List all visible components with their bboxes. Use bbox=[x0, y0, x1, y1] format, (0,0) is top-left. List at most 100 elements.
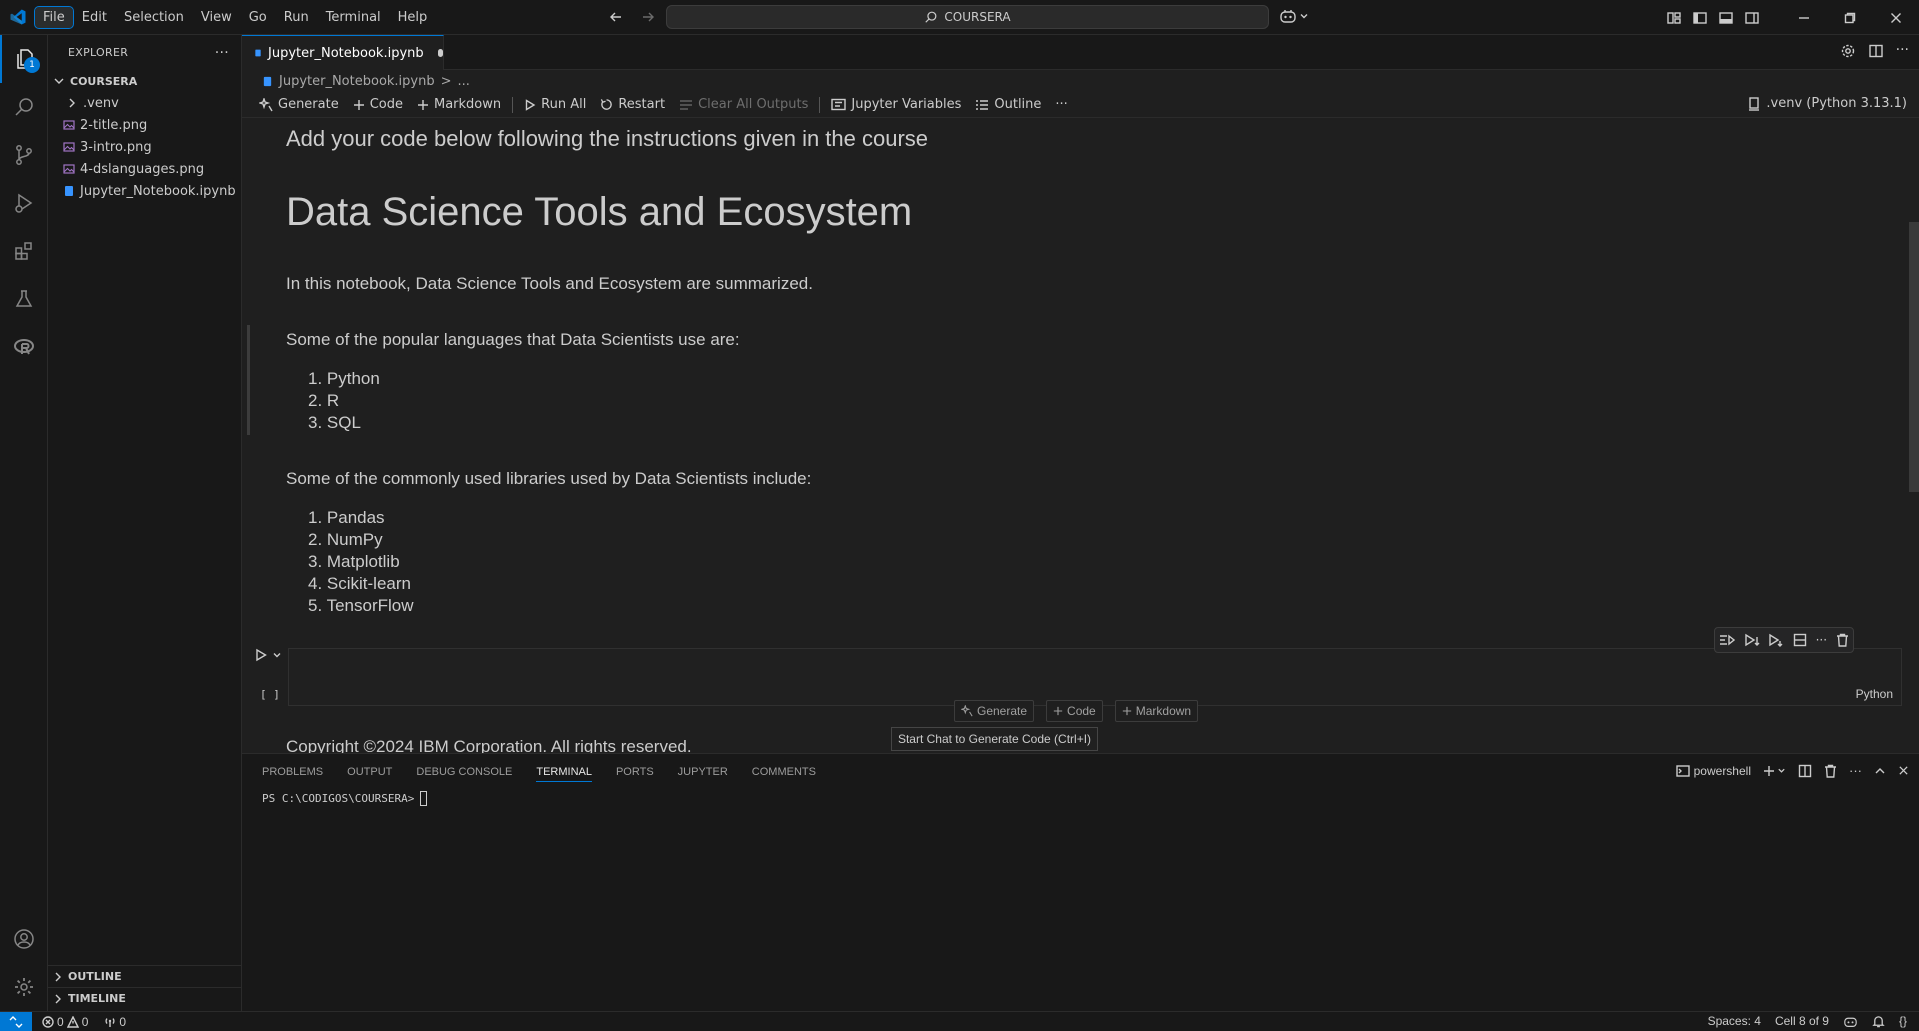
timeline-section[interactable]: TIMELINE bbox=[48, 987, 242, 1009]
code-cell-editor[interactable]: Python bbox=[288, 648, 1902, 706]
more-toolbar-button[interactable]: ··· bbox=[1048, 94, 1074, 116]
add-markdown-button[interactable]: Markdown bbox=[410, 94, 508, 116]
customize-layout-icon[interactable] bbox=[1665, 9, 1683, 27]
problems-status[interactable]: 0 0 bbox=[42, 1015, 88, 1029]
gear-icon[interactable] bbox=[1840, 43, 1856, 59]
unsaved-dot-icon[interactable] bbox=[437, 49, 443, 57]
terminal-output[interactable]: PS C:\CODIGOS\COURSERA> bbox=[262, 791, 428, 806]
close-icon[interactable] bbox=[1898, 765, 1909, 776]
source-control-activity[interactable] bbox=[0, 131, 48, 179]
toggle-panel-icon[interactable] bbox=[1717, 9, 1735, 27]
split-terminal-icon[interactable] bbox=[1798, 764, 1812, 778]
tab-output[interactable]: OUTPUT bbox=[347, 766, 392, 778]
tab-ports[interactable]: PORTS bbox=[616, 766, 654, 778]
split-cell-icon[interactable] bbox=[1793, 633, 1807, 647]
toggle-primary-sidebar-icon[interactable] bbox=[1691, 9, 1709, 27]
menu-view[interactable]: View bbox=[193, 7, 240, 28]
restart-button[interactable]: Restart bbox=[593, 94, 672, 116]
tree-item-venv[interactable]: .venv bbox=[48, 92, 241, 114]
tree-item-2-title[interactable]: 2-title.png bbox=[48, 114, 241, 136]
indentation-status[interactable]: Spaces: 4 bbox=[1708, 1014, 1761, 1028]
restore-icon[interactable] bbox=[1827, 0, 1873, 35]
tree-item-jupyter-notebook[interactable]: Jupyter_Notebook.ipynb bbox=[48, 180, 241, 202]
insert-markdown-button[interactable]: Markdown bbox=[1114, 700, 1199, 722]
remote-indicator[interactable] bbox=[0, 1011, 32, 1031]
run-all-button[interactable]: Run All bbox=[517, 94, 593, 116]
explorer-activity[interactable]: 1 bbox=[0, 35, 48, 83]
menu-file[interactable]: File bbox=[34, 5, 74, 29]
tab-terminal[interactable]: TERMINAL bbox=[536, 762, 592, 782]
chevron-up-icon[interactable] bbox=[1874, 765, 1886, 777]
trash-icon[interactable] bbox=[1836, 633, 1849, 647]
more-actions-icon[interactable]: ··· bbox=[215, 45, 229, 61]
tab-jupyter-notebook[interactable]: Jupyter_Notebook.ipynb bbox=[242, 35, 444, 70]
jupyter-variables-button[interactable]: Jupyter Variables bbox=[824, 94, 968, 116]
menu-run[interactable]: Run bbox=[276, 7, 317, 28]
menu-edit[interactable]: Edit bbox=[74, 7, 115, 28]
folder-coursera[interactable]: COURSERA bbox=[48, 70, 241, 92]
tab-problems[interactable]: PROBLEMS bbox=[262, 766, 323, 778]
accounts-activity[interactable] bbox=[0, 915, 48, 963]
tree-item-3-intro[interactable]: 3-intro.png bbox=[48, 136, 241, 158]
search-activity[interactable] bbox=[0, 83, 48, 131]
more-panel-actions-icon[interactable]: ··· bbox=[1849, 763, 1862, 778]
outline-button[interactable]: Outline bbox=[968, 94, 1048, 116]
forward-arrow-icon[interactable] bbox=[637, 6, 659, 28]
menu-selection[interactable]: Selection bbox=[116, 7, 192, 28]
more-cell-actions-icon[interactable]: ··· bbox=[1816, 633, 1827, 647]
manage-activity[interactable] bbox=[0, 963, 48, 1011]
r-language-activity[interactable] bbox=[0, 323, 48, 371]
generate-button[interactable]: Generate bbox=[252, 94, 346, 116]
menu-terminal[interactable]: Terminal bbox=[318, 7, 389, 28]
tab-debug-console[interactable]: DEBUG CONSOLE bbox=[416, 766, 512, 778]
execute-below-icon[interactable] bbox=[1744, 633, 1760, 647]
notebook-file-icon bbox=[263, 76, 272, 86]
terminal-shell-selector[interactable]: powershell bbox=[1675, 764, 1751, 778]
copilot-icon[interactable] bbox=[1843, 1015, 1858, 1028]
minimize-icon[interactable] bbox=[1781, 0, 1827, 35]
command-center-search[interactable]: COURSERA bbox=[666, 5, 1269, 29]
cell-position-status[interactable]: Cell 8 of 9 bbox=[1775, 1014, 1829, 1028]
menu-go[interactable]: Go bbox=[241, 7, 275, 28]
terminal-cursor bbox=[420, 791, 428, 806]
outline-section[interactable]: OUTLINE bbox=[48, 965, 242, 987]
insert-code-button[interactable]: Code bbox=[1046, 700, 1103, 722]
clear-outputs-button[interactable]: Clear All Outputs bbox=[672, 94, 815, 116]
tab-comments[interactable]: COMMENTS bbox=[752, 766, 816, 778]
toggle-secondary-sidebar-icon[interactable] bbox=[1743, 9, 1761, 27]
close-icon[interactable] bbox=[1873, 0, 1919, 35]
split-editor-icon[interactable] bbox=[1868, 43, 1884, 59]
testing-activity[interactable] bbox=[0, 275, 48, 323]
bell-icon[interactable] bbox=[1872, 1015, 1885, 1028]
generate-label: Generate bbox=[278, 97, 339, 112]
explorer-badge: 1 bbox=[24, 57, 40, 73]
vertical-scrollbar[interactable] bbox=[1909, 222, 1919, 492]
tree-item-4-dslanguages[interactable]: 4-dslanguages.png bbox=[48, 158, 241, 180]
breadcrumb-more[interactable]: ... bbox=[458, 74, 470, 89]
kernel-label: .venv (Python 3.13.1) bbox=[1766, 96, 1907, 111]
chevron-right-icon bbox=[55, 994, 61, 1003]
breadcrumb-file[interactable]: Jupyter_Notebook.ipynb bbox=[279, 74, 435, 89]
trash-icon[interactable] bbox=[1824, 764, 1837, 778]
insert-generate-button[interactable]: Generate bbox=[954, 700, 1035, 722]
ports-status[interactable]: 0 bbox=[104, 1015, 126, 1029]
new-terminal-button[interactable] bbox=[1763, 765, 1786, 777]
menu-help[interactable]: Help bbox=[390, 7, 436, 28]
titlebar-right bbox=[1665, 0, 1919, 35]
notebook-editor[interactable]: Add your code below following the instru… bbox=[242, 118, 1919, 753]
kernel-picker[interactable]: .venv (Python 3.13.1) bbox=[1748, 96, 1907, 111]
more-actions-icon[interactable]: ··· bbox=[1896, 43, 1909, 59]
run-and-below-icon[interactable] bbox=[1768, 633, 1784, 647]
add-code-button[interactable]: Code bbox=[346, 94, 410, 116]
execute-above-icon[interactable] bbox=[1719, 633, 1736, 647]
copilot-button[interactable] bbox=[1279, 7, 1309, 25]
braces-icon[interactable]: {} bbox=[1899, 1014, 1907, 1028]
variables-label: Jupyter Variables bbox=[851, 97, 962, 112]
cell-language-label[interactable]: Python bbox=[1856, 687, 1893, 701]
back-arrow-icon[interactable] bbox=[605, 6, 627, 28]
outline-label: Outline bbox=[994, 97, 1042, 112]
run-debug-activity[interactable] bbox=[0, 179, 48, 227]
extensions-activity[interactable] bbox=[0, 227, 48, 275]
tab-jupyter[interactable]: JUPYTER bbox=[678, 766, 728, 778]
run-cell-button[interactable] bbox=[254, 648, 282, 662]
